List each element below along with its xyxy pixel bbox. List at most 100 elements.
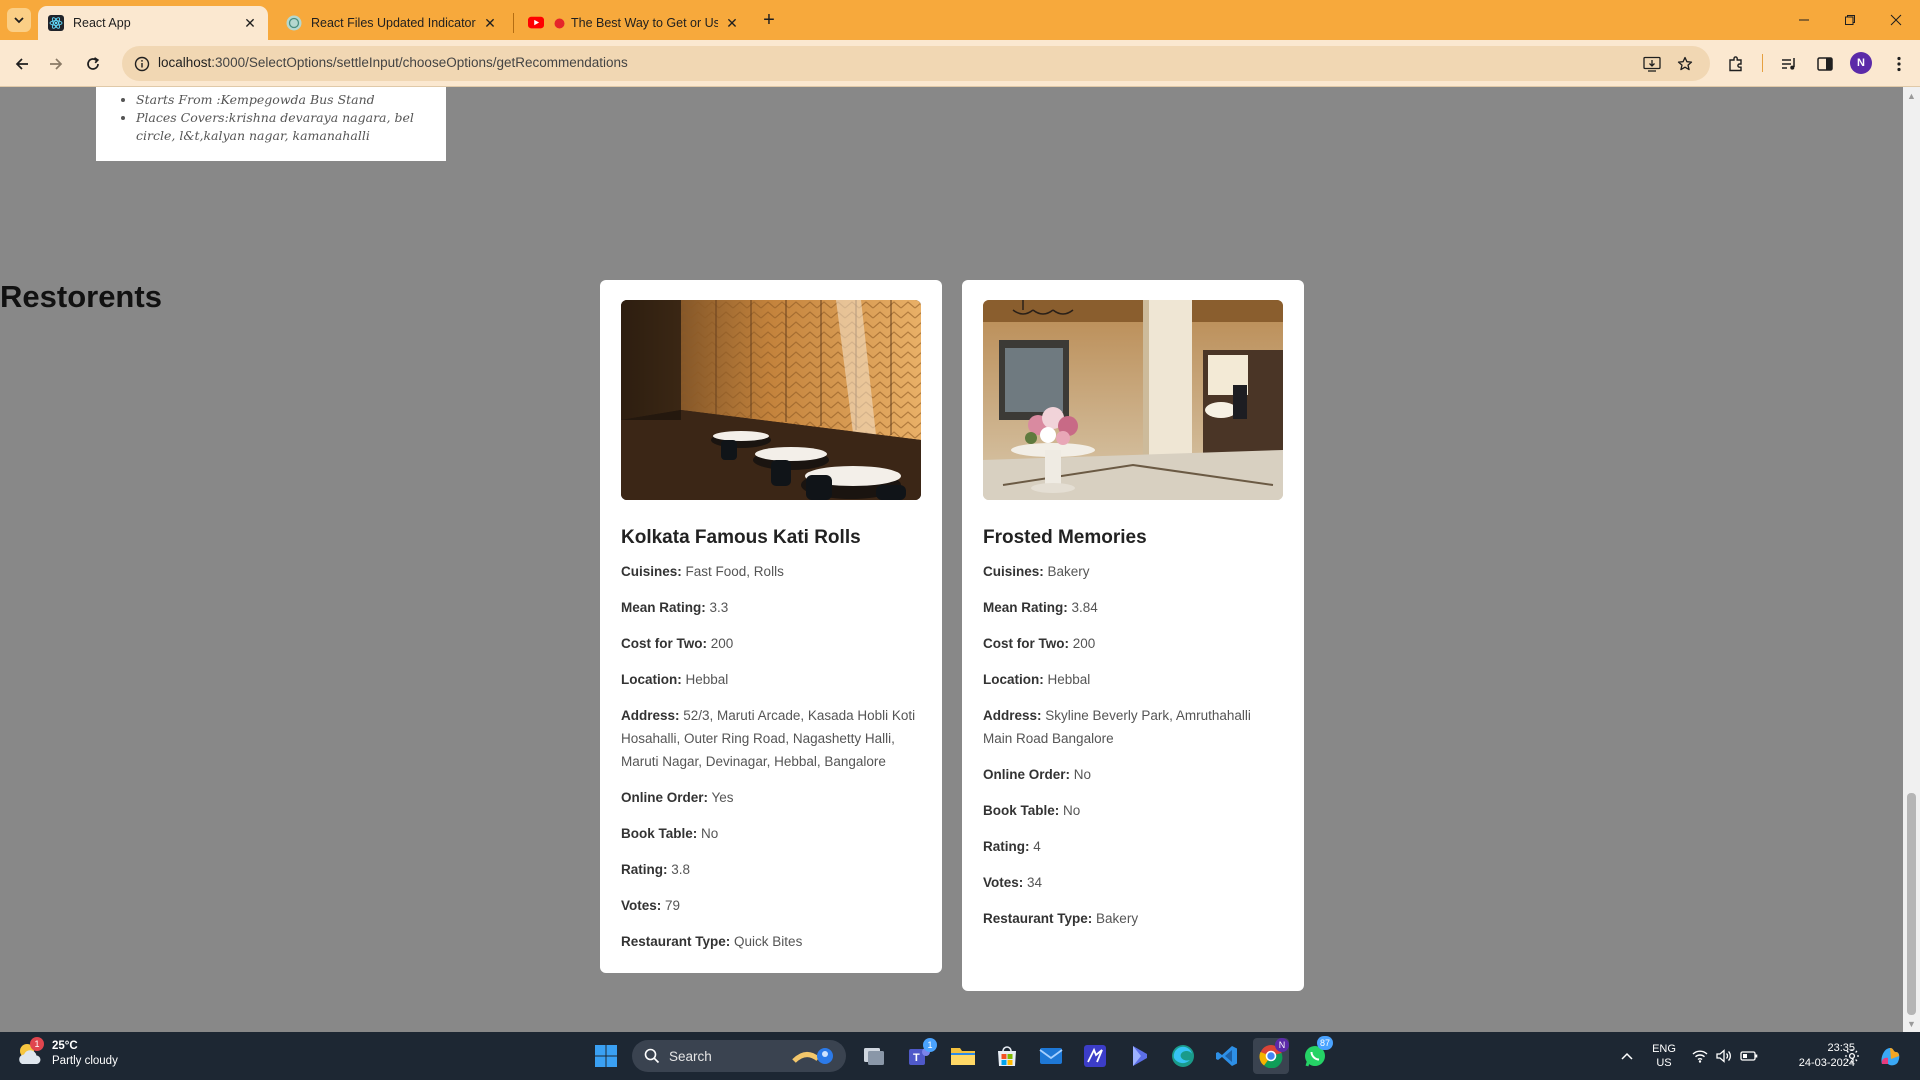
search-highlight-icon bbox=[792, 1048, 833, 1064]
file-explorer-app[interactable] bbox=[945, 1038, 981, 1074]
bookmark-star-icon[interactable] bbox=[1675, 54, 1695, 74]
scroll-thumb[interactable] bbox=[1907, 793, 1916, 1015]
restore-icon bbox=[1845, 15, 1855, 25]
notifications-button[interactable] bbox=[1841, 1032, 1863, 1080]
close-tab-icon[interactable]: ✕ bbox=[242, 15, 258, 31]
back-button[interactable] bbox=[8, 50, 36, 78]
language-region: US bbox=[1656, 1057, 1672, 1069]
edge-app[interactable] bbox=[1165, 1038, 1201, 1074]
search-icon bbox=[644, 1048, 660, 1064]
arrow-right-icon bbox=[50, 58, 63, 70]
mail-icon bbox=[1039, 1048, 1063, 1064]
url-text[interactable]: localhost:3000/SelectOptions/settleInput… bbox=[158, 55, 628, 70]
chatgpt-icon bbox=[286, 15, 302, 31]
taskbar: 1 25°C Partly cloudy Search T 1 N 87 ENG… bbox=[0, 1032, 1920, 1080]
arrow-left-icon bbox=[15, 58, 28, 70]
forward-button[interactable] bbox=[42, 50, 70, 78]
restaurant-image bbox=[621, 300, 921, 500]
media-controls-icon[interactable] bbox=[1778, 53, 1800, 75]
restaurant-online-order: Online Order: Yes bbox=[621, 790, 734, 805]
windows-logo-icon bbox=[595, 1045, 617, 1067]
profile-avatar[interactable]: N bbox=[1850, 52, 1872, 74]
url-host: localhost bbox=[158, 55, 212, 70]
reload-button[interactable] bbox=[79, 50, 107, 78]
tab-youtube[interactable]: The Best Way to Get or Use ✕ bbox=[518, 6, 750, 40]
extensions-icon[interactable] bbox=[1725, 53, 1747, 75]
copilot-color-icon bbox=[1881, 1048, 1900, 1066]
microsoft-store-app[interactable] bbox=[989, 1038, 1025, 1074]
language-code: ENG bbox=[1652, 1043, 1676, 1055]
tab-react-app[interactable]: React App ✕ bbox=[38, 6, 268, 40]
copilot-tray-button[interactable] bbox=[1875, 1032, 1905, 1080]
restaurant-location: Location: Hebbal bbox=[983, 672, 1091, 687]
vscode-insiders-app[interactable] bbox=[1077, 1038, 1113, 1074]
chevron-up-icon bbox=[1621, 1052, 1633, 1060]
page-scrollbar[interactable]: ▲ ▼ bbox=[1903, 87, 1920, 1032]
whatsapp-app[interactable]: 87 bbox=[1297, 1036, 1334, 1074]
task-view-button[interactable] bbox=[856, 1038, 892, 1074]
side-panel-icon[interactable] bbox=[1814, 53, 1836, 75]
language-indicator[interactable]: ENG US bbox=[1648, 1032, 1680, 1080]
vscode-icon bbox=[1216, 1046, 1237, 1066]
tab-search-button[interactable] bbox=[7, 8, 31, 32]
site-info-icon[interactable] bbox=[132, 54, 152, 74]
restaurant-type: Restaurant Type: Quick Bites bbox=[621, 934, 803, 949]
tab-title: React App bbox=[73, 16, 131, 30]
weather-temperature: 25°C bbox=[52, 1040, 78, 1052]
weather-widget[interactable]: 1 25°C Partly cloudy bbox=[16, 1037, 118, 1069]
close-window-button[interactable] bbox=[1873, 0, 1919, 40]
new-tab-button[interactable]: + bbox=[757, 8, 781, 32]
restaurant-online-order: Online Order: No bbox=[983, 767, 1092, 782]
system-status-group[interactable] bbox=[1690, 1032, 1760, 1080]
partly-cloudy-icon: 1 bbox=[16, 1037, 44, 1068]
browser-toolbar: localhost:3000/SelectOptions/settleInput… bbox=[0, 40, 1920, 87]
battery-icon bbox=[1740, 1051, 1758, 1061]
close-tab-icon[interactable]: ✕ bbox=[724, 15, 740, 31]
more-menu-icon[interactable] bbox=[1888, 53, 1910, 75]
copilot-icon bbox=[1133, 1046, 1147, 1066]
restaurant-rating: Rating: 4 bbox=[983, 839, 1041, 854]
install-app-icon[interactable] bbox=[1642, 54, 1662, 74]
volume-icon bbox=[1716, 1049, 1731, 1063]
mail-app[interactable] bbox=[1033, 1038, 1069, 1074]
tab-strip: React App ✕ React Files Updated Indicato… bbox=[0, 0, 1920, 40]
pen-app-icon bbox=[1084, 1045, 1106, 1067]
teams-app[interactable]: T 1 bbox=[901, 1038, 937, 1074]
restore-button[interactable] bbox=[1827, 0, 1873, 40]
vscode-app[interactable] bbox=[1209, 1038, 1245, 1074]
minimize-icon bbox=[1799, 19, 1809, 21]
copilot-app[interactable] bbox=[1121, 1038, 1157, 1074]
section-title: Restorents bbox=[0, 279, 162, 314]
windows-start-button[interactable] bbox=[588, 1038, 624, 1074]
restaurant-book-table: Book Table: No bbox=[983, 803, 1081, 818]
address-bar[interactable]: localhost:3000/SelectOptions/settleInput… bbox=[122, 46, 1710, 81]
taskbar-search[interactable]: Search bbox=[632, 1040, 846, 1072]
youtube-icon bbox=[528, 15, 544, 31]
show-hidden-icons[interactable] bbox=[1615, 1032, 1639, 1080]
tab-react-files[interactable]: React Files Updated Indicator ✕ bbox=[276, 6, 508, 40]
url-path: :3000/SelectOptions/settleInput/chooseOp… bbox=[211, 55, 628, 70]
restaurant-cost: Cost for Two: 200 bbox=[983, 636, 1096, 651]
scroll-up-arrow-icon[interactable]: ▲ bbox=[1903, 87, 1920, 104]
restaurant-cuisines: Cuisines: Bakery bbox=[983, 564, 1090, 579]
close-icon bbox=[1890, 14, 1902, 26]
chrome-profile-badge: N bbox=[1275, 1038, 1289, 1052]
minimize-button[interactable] bbox=[1781, 0, 1827, 40]
chrome-app[interactable]: N bbox=[1253, 1038, 1289, 1074]
restaurant-name: Kolkata Famous Kati Rolls bbox=[621, 527, 861, 548]
close-tab-icon[interactable]: ✕ bbox=[482, 15, 498, 31]
restaurant-address: Address: Skyline Beverly Park, Amruthaha… bbox=[983, 708, 1251, 746]
react-icon bbox=[48, 15, 64, 31]
whatsapp-badge: 87 bbox=[1317, 1036, 1334, 1050]
restaurant-type: Restaurant Type: Bakery bbox=[983, 911, 1139, 926]
restaurant-card: Frosted Memories Cuisines: Bakery Mean R… bbox=[962, 280, 1304, 991]
teams-badge: 1 bbox=[923, 1038, 937, 1052]
weather-alert-badge: 1 bbox=[30, 1037, 44, 1051]
reload-icon bbox=[87, 57, 100, 70]
restaurant-card: Kolkata Famous Kati Rolls Cuisines: Fast… bbox=[600, 280, 942, 973]
toolbar-divider bbox=[1762, 54, 1763, 72]
tab-title: The Best Way to Get or Use bbox=[571, 16, 718, 30]
restaurant-book-table: Book Table: No bbox=[621, 826, 719, 841]
scroll-down-arrow-icon[interactable]: ▼ bbox=[1903, 1015, 1920, 1032]
recording-dot-icon bbox=[553, 15, 565, 31]
